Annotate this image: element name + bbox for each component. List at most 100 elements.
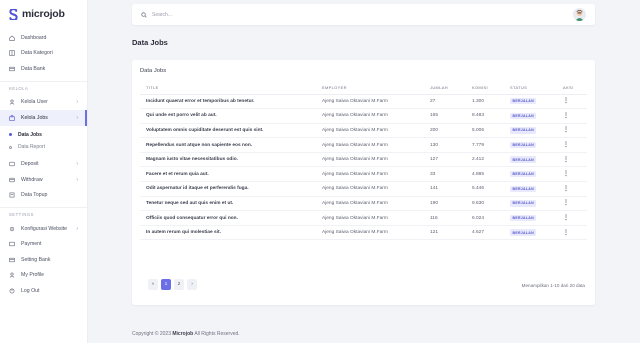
pagination: « 1 2 ›	[148, 279, 197, 290]
more-options-icon[interactable]: ⋮	[563, 186, 569, 192]
job-jumlah: 165	[424, 108, 466, 124]
sidebar-item-label: Kelola Jobs	[21, 114, 48, 121]
job-title: Voluptatem omnis cupiditate deserunt est…	[140, 123, 316, 139]
sidebar-item-data-bank[interactable]: Data Bank	[0, 61, 87, 77]
more-options-icon[interactable]: ⋮	[563, 230, 569, 236]
table-row[interactable]: Facere et et rerum quia aut. Ajeng Saiwa…	[140, 166, 587, 183]
sidebar-item-kelola-jobs[interactable]: Kelola Jobs ›	[0, 110, 87, 126]
job-status-cell: BERJALAN	[504, 166, 557, 183]
more-options-icon[interactable]: ⋮	[563, 127, 569, 133]
job-jumlah: 27	[424, 94, 466, 110]
search-input[interactable]	[152, 11, 352, 18]
brand[interactable]: microjob	[0, 0, 87, 28]
table-row[interactable]: Officiis quod consequatur error qui non.…	[140, 210, 587, 226]
status-badge: BERJALAN	[510, 200, 537, 207]
job-employer: Ajeng Saiwa Oktaviani M.Farm	[316, 137, 424, 153]
sidebar-item-kelola-user[interactable]: Kelola User ›	[0, 95, 87, 111]
more-options-icon[interactable]: ⋮	[563, 113, 569, 119]
sidebar-item-label: Setting Bank	[21, 256, 51, 263]
search-icon[interactable]	[141, 11, 147, 18]
sidebar-subitem-data-jobs[interactable]: Data Jobs	[0, 129, 87, 142]
job-jumlah: 200	[424, 123, 466, 139]
job-komisi: 8.483	[466, 108, 504, 124]
job-title: Repellendus sunt atque non sapiente eos …	[140, 137, 316, 153]
job-status-cell: BERJALAN	[504, 225, 557, 241]
job-komisi: 4.885	[466, 166, 504, 183]
job-jumlah: 116	[424, 210, 466, 226]
table-row[interactable]: Incidunt quaerat error et temporibus ab …	[140, 94, 587, 110]
sidebar-item-withdraw[interactable]: Withdraw ›	[0, 172, 87, 188]
jobs-table: TITLE EMPLOYER JUMLAH KOMISI STATUS AKSI…	[140, 82, 587, 241]
column-header-employer[interactable]: EMPLOYER	[316, 82, 424, 95]
sidebar-item-log-out[interactable]: Log Out	[0, 283, 87, 299]
sidebar-subitem-data-report[interactable]: Data Report	[0, 141, 87, 154]
more-options-icon[interactable]: ⋮	[563, 215, 569, 221]
table-row[interactable]: Odit aspernatur id itaque et perferendis…	[140, 181, 587, 197]
job-employer: Ajeng Saiwa Oktaviani M.Farm	[316, 166, 424, 183]
chevron-right-icon: ›	[76, 161, 78, 168]
status-badge: BERJALAN	[510, 141, 537, 149]
job-jumlah: 130	[424, 137, 466, 153]
section-label-kelola: KELOLA	[0, 80, 87, 95]
job-status-cell: BERJALAN	[504, 137, 557, 153]
more-options-icon[interactable]: ⋮	[563, 200, 569, 206]
footer-brand[interactable]: Microjob	[172, 331, 193, 337]
more-options-icon[interactable]: ⋮	[563, 98, 569, 104]
jobs-card: Data Jobs TITLE EMPLOYER JUMLAH KOMISI S…	[132, 60, 595, 305]
job-title: Qui unde est porro velit ab aut.	[140, 108, 316, 124]
sidebar-item-data-topup[interactable]: Data Topup	[0, 188, 87, 204]
payment-icon	[8, 240, 16, 248]
job-komisi: 5.446	[466, 181, 504, 197]
job-employer: Ajeng Saiwa Oktaviani M.Farm	[316, 181, 424, 197]
job-employer: Ajeng Saiwa Oktaviani M.Farm	[316, 108, 424, 124]
column-header-jumlah[interactable]: JUMLAH	[424, 82, 466, 95]
job-komisi: 6.024	[466, 210, 504, 226]
column-header-status[interactable]: STATUS	[504, 82, 557, 95]
more-options-icon[interactable]: ⋮	[563, 157, 569, 163]
column-header-aksi: AKSI	[557, 82, 587, 95]
table-row[interactable]: Magnam iusto vitae necessitatibus odio. …	[140, 152, 587, 168]
sidebar-item-konfigurasi-website[interactable]: Konfigurasi Website ›	[0, 221, 87, 237]
more-options-icon[interactable]: ⋮	[563, 142, 569, 148]
profile-icon	[8, 271, 16, 279]
sidebar-item-label: Withdraw	[21, 176, 43, 183]
job-title: Magnam iusto vitae necessitatibus odio.	[140, 152, 316, 168]
section-label-settings: SETTINGS	[0, 207, 87, 221]
table-row[interactable]: Qui unde est porro velit ab aut. Ajeng S…	[140, 108, 587, 124]
column-header-title[interactable]: TITLE	[140, 82, 316, 95]
status-badge: BERJALAN	[510, 185, 537, 193]
job-action-cell: ⋮	[557, 94, 587, 110]
table-row[interactable]: In autem rerum qui molestiae sit. Ajeng …	[140, 225, 587, 241]
avatar[interactable]	[573, 8, 586, 21]
table-row[interactable]: Tenetur neque sed aut quis enim et ut. A…	[140, 196, 587, 212]
sidebar-item-payment[interactable]: Payment	[0, 237, 87, 253]
pagination-prev-button[interactable]: «	[148, 279, 158, 290]
job-action-cell: ⋮	[557, 166, 587, 183]
logo-icon	[9, 8, 18, 20]
deposit-icon	[8, 160, 16, 168]
table-row[interactable]: Voluptatem omnis cupiditate deserunt est…	[140, 123, 587, 139]
sidebar-item-setting-bank[interactable]: Setting Bank	[0, 252, 87, 268]
job-status-cell: BERJALAN	[504, 196, 557, 212]
job-employer: Ajeng Saiwa Oktaviani M.Farm	[316, 94, 424, 110]
job-title: Tenetur neque sed aut quis enim et ut.	[140, 196, 316, 212]
column-header-komisi[interactable]: KOMISI	[466, 82, 504, 95]
pagination-page-2[interactable]: 2	[174, 279, 184, 290]
job-action-cell: ⋮	[557, 137, 587, 153]
pagination-summary: Menampilkan 1-10 dari 20 data	[521, 283, 585, 288]
brand-name: microjob	[22, 8, 65, 20]
sidebar-item-data-kategori[interactable]: Data Kategori	[0, 46, 87, 62]
topup-icon	[8, 191, 16, 199]
sidebar-item-my-profile[interactable]: My Profile	[0, 268, 87, 284]
sidebar-item-dashboard[interactable]: Dashboard	[0, 30, 87, 46]
job-title: Odit aspernatur id itaque et perferendis…	[140, 181, 316, 197]
table-row[interactable]: Repellendus sunt atque non sapiente eos …	[140, 137, 587, 153]
pagination-page-1[interactable]: 1	[161, 279, 171, 290]
more-options-icon[interactable]: ⋮	[563, 171, 569, 177]
pagination-next-button[interactable]: ›	[187, 279, 197, 290]
sidebar-subitem-label: Data Jobs	[18, 131, 42, 138]
footer-rights: All Rights Reserved.	[194, 331, 240, 337]
job-title: Facere et et rerum quia aut.	[140, 166, 316, 183]
job-komisi: 9.630	[466, 196, 504, 212]
sidebar-item-deposit[interactable]: Deposit ›	[0, 157, 87, 173]
